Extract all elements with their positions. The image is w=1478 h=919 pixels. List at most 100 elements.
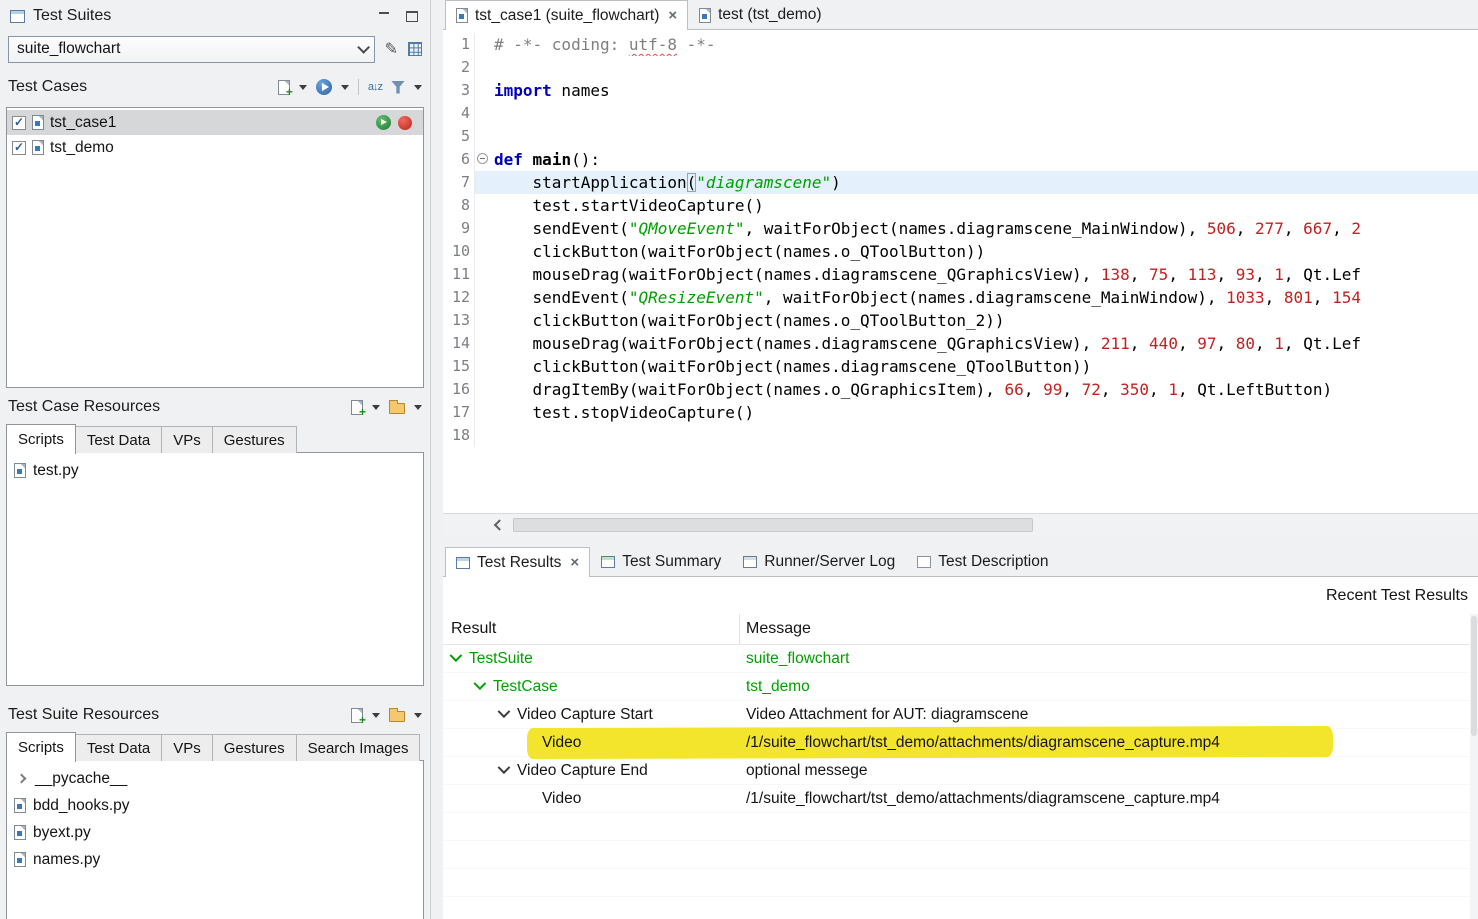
file-row[interactable]: test.py	[7, 457, 423, 484]
resource-tab-label: Scripts	[18, 431, 64, 448]
result-cell: Video	[443, 734, 740, 752]
editor-horizontal-scrollbar[interactable]	[443, 513, 1478, 535]
file-row[interactable]: bdd_hooks.py	[7, 792, 423, 819]
code-line[interactable]: 11 mouseDrag(waitForObject(names.diagram…	[443, 263, 1478, 286]
test-suite-resources-tabs: Scripts Test Data VPs Gestures Search Im…	[6, 731, 424, 761]
run-test-icon[interactable]	[376, 115, 391, 130]
file-icon	[14, 798, 26, 813]
open-folder-icon[interactable]	[389, 711, 405, 722]
file-row[interactable]: names.py	[7, 846, 423, 873]
new-testcase-icon[interactable]	[278, 80, 290, 95]
code-line[interactable]: 4	[443, 102, 1478, 125]
results-tab[interactable]: Runner/Server Log	[732, 547, 906, 576]
run-testsuite-icon[interactable]	[316, 79, 332, 95]
code-line[interactable]: 6 def main():	[443, 148, 1478, 171]
result-row[interactable]: Video Capture End optional messege	[443, 757, 1478, 785]
close-tab-icon[interactable]	[570, 555, 579, 570]
code-editor[interactable]: 1 # -*- coding: utf-8 -*- 2 3 import nam…	[443, 30, 1478, 513]
resource-tab[interactable]: Scripts	[6, 732, 76, 762]
code-line[interactable]: 10 clickButton(waitForObject(names.o_QTo…	[443, 240, 1478, 263]
fold-column	[475, 125, 491, 148]
test-case-checkbox[interactable]	[12, 116, 26, 130]
line-number: 6	[443, 148, 475, 171]
code-line[interactable]: 16 dragItemBy(waitForObject(names.o_QGra…	[443, 378, 1478, 401]
minimize-view-icon[interactable]	[379, 11, 390, 22]
suite-settings-icon[interactable]	[408, 42, 422, 56]
new-resource-icon[interactable]	[351, 400, 363, 415]
result-row[interactable]: Video /1/suite_flowchart/tst_demo/attach…	[443, 785, 1478, 813]
code-line[interactable]: 17 test.stopVideoCapture()	[443, 401, 1478, 424]
resource-tab[interactable]: Scripts	[6, 424, 76, 454]
open-folder-icon[interactable]	[389, 403, 405, 414]
fold-column	[475, 263, 491, 286]
code-line[interactable]: 8 test.startVideoCapture()	[443, 194, 1478, 217]
edit-suite-icon[interactable]	[385, 39, 398, 59]
new-resource-menu-icon[interactable]	[372, 405, 380, 410]
result-row[interactable]: Video Capture Start Video Attachment for…	[443, 701, 1478, 729]
editor-tab[interactable]: tst_case1 (suite_flowchart)	[445, 0, 688, 30]
record-test-icon[interactable]	[398, 116, 412, 130]
resource-tab[interactable]: VPs	[161, 426, 213, 453]
run-menu-icon[interactable]	[341, 85, 349, 90]
results-tab[interactable]: Test Summary	[590, 547, 732, 576]
folder-menu-icon[interactable]	[414, 405, 422, 410]
fold-column	[475, 401, 491, 424]
new-testcase-menu-icon[interactable]	[299, 85, 307, 90]
resource-tab[interactable]: Test Data	[75, 734, 162, 761]
resource-tab[interactable]: Search Images	[296, 734, 421, 761]
results-tab-label: Test Results	[477, 554, 561, 572]
new-resource-menu-icon[interactable]	[372, 713, 380, 718]
filter-icon[interactable]	[391, 81, 405, 94]
code-line[interactable]: 9 sendEvent("QMoveEvent", waitForObject(…	[443, 217, 1478, 240]
code-line[interactable]: 18	[443, 424, 1478, 447]
fold-collapse-icon[interactable]	[477, 153, 488, 164]
test-case-checkbox[interactable]	[12, 141, 26, 155]
recent-test-results-label[interactable]: Recent Test Results	[1326, 587, 1468, 605]
results-tab[interactable]: Test Results	[445, 547, 590, 577]
folder-menu-icon[interactable]	[414, 713, 422, 718]
chevron-down-icon[interactable]	[498, 705, 511, 718]
test-case-row[interactable]: tst_demo	[7, 135, 423, 160]
line-number: 11	[443, 263, 475, 286]
resource-tab[interactable]: Gestures	[212, 734, 297, 761]
file-row[interactable]: __pycache__	[7, 765, 423, 792]
chevron-down-icon[interactable]	[474, 677, 487, 690]
column-header-message[interactable]: Message	[740, 620, 1478, 638]
scrollbar-thumb[interactable]	[513, 518, 1033, 532]
resource-tab[interactable]: Test Data	[75, 426, 162, 453]
expander-right-icon[interactable]	[17, 774, 27, 784]
code-line[interactable]: 15 clickButton(waitForObject(names.diagr…	[443, 355, 1478, 378]
code-line[interactable]: 2	[443, 56, 1478, 79]
code-line[interactable]: 7 startApplication("diagramscene")	[443, 171, 1478, 194]
result-row[interactable]: Video /1/suite_flowchart/tst_demo/attach…	[443, 729, 1478, 757]
code-line[interactable]: 13 clickButton(waitForObject(names.o_QTo…	[443, 309, 1478, 332]
scroll-left-icon[interactable]	[489, 516, 507, 534]
result-row[interactable]: TestSuite suite_flowchart	[443, 645, 1478, 673]
resource-tab[interactable]: Gestures	[212, 426, 297, 453]
code-line[interactable]: 14 mouseDrag(waitForObject(names.diagram…	[443, 332, 1478, 355]
chevron-down-icon[interactable]	[498, 761, 511, 774]
code-line[interactable]: 5	[443, 125, 1478, 148]
view-menu-icon[interactable]	[414, 85, 422, 90]
new-resource-icon[interactable]	[351, 708, 363, 723]
suite-select[interactable]: suite_flowchart	[8, 36, 375, 63]
code-line[interactable]: 12 sendEvent("QResizeEvent", waitForObje…	[443, 286, 1478, 309]
results-tab-label: Runner/Server Log	[764, 553, 895, 571]
sash[interactable]	[443, 535, 1478, 547]
column-header-result[interactable]: Result	[443, 614, 740, 644]
chevron-down-icon[interactable]	[450, 649, 463, 662]
editor-tab[interactable]: test (tst_demo)	[688, 0, 832, 29]
close-tab-icon[interactable]	[668, 8, 677, 23]
fold-column	[475, 56, 491, 79]
maximize-view-icon[interactable]	[406, 11, 418, 22]
test-case-row[interactable]: tst_case1	[7, 110, 423, 135]
results-tab-icon	[456, 557, 470, 569]
file-row[interactable]: byext.py	[7, 819, 423, 846]
chevron-down-icon[interactable]	[357, 41, 370, 54]
resource-tab[interactable]: VPs	[161, 734, 213, 761]
code-line[interactable]: 1 # -*- coding: utf-8 -*-	[443, 33, 1478, 56]
code-line[interactable]: 3 import names	[443, 79, 1478, 102]
sort-icon[interactable]: a↓z	[368, 81, 382, 93]
results-tab[interactable]: Test Description	[906, 547, 1059, 576]
result-row[interactable]: TestCase tst_demo	[443, 673, 1478, 701]
